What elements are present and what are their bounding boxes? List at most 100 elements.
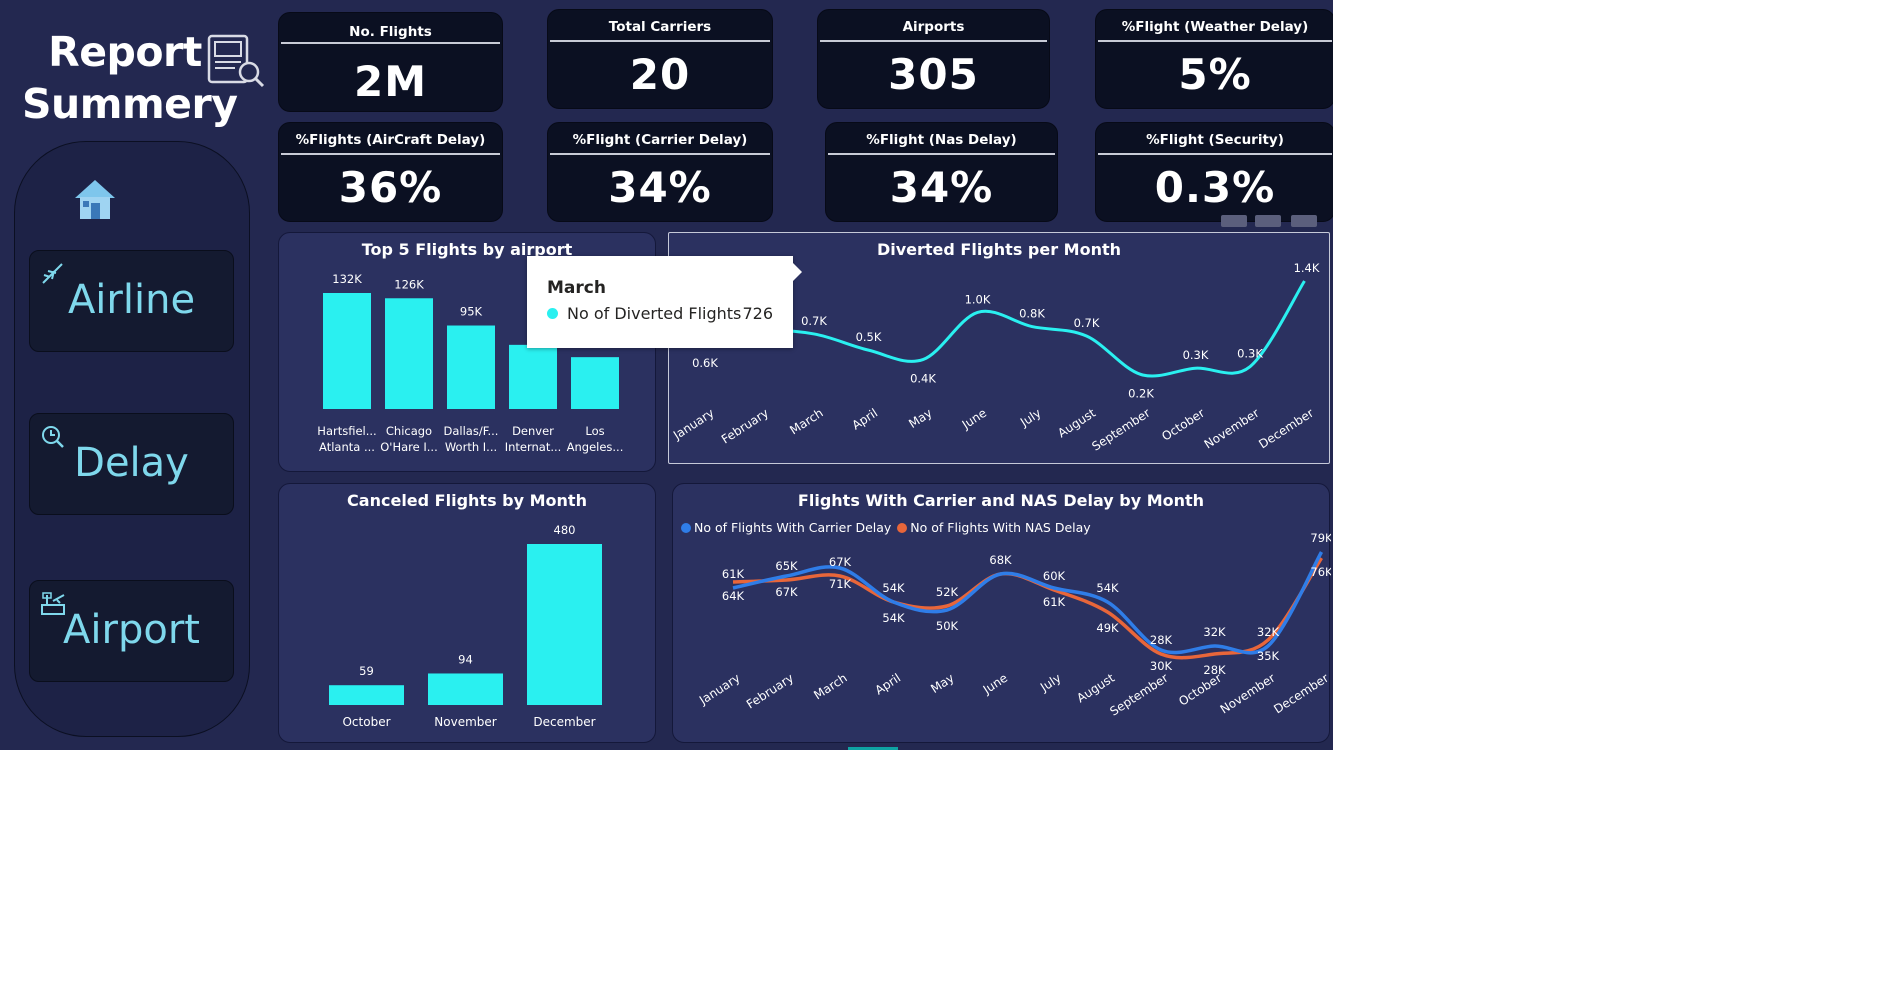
data-label: 49K xyxy=(1096,621,1119,635)
kpi-divider xyxy=(281,153,500,155)
x-tick-label: January xyxy=(670,406,717,443)
x-tick-label: Hartsfiel... xyxy=(317,424,376,438)
x-tick-label: November xyxy=(434,715,496,729)
data-label: 65K xyxy=(775,559,798,573)
dashboard-canvas: Report Summery Airline Delay Airport No.… xyxy=(0,0,1333,750)
data-label: 28K xyxy=(1150,633,1173,647)
series-line xyxy=(732,551,1324,655)
nav-button-delay[interactable]: Delay xyxy=(29,413,234,515)
legend-label: No of Flights With NAS Delay xyxy=(910,520,1091,535)
data-label: 0.3K xyxy=(1183,348,1209,362)
kpi-label: %Flight (Weather Delay) xyxy=(1121,19,1309,35)
x-tick-label: Worth I... xyxy=(445,440,497,454)
data-label: 54K xyxy=(882,611,905,625)
x-tick-label: January xyxy=(696,671,743,708)
x-tick-label: O'Hare I... xyxy=(380,440,437,454)
data-label: 64K xyxy=(722,589,745,603)
x-tick-label: August xyxy=(1055,406,1098,441)
x-tick-label: April xyxy=(849,406,880,433)
x-tick-label: June xyxy=(980,671,1010,698)
legend-swatch xyxy=(681,523,691,533)
bar xyxy=(329,685,404,705)
kpi-divider xyxy=(820,40,1047,42)
tooltip-title: March xyxy=(547,278,606,298)
data-label: 52K xyxy=(936,585,959,599)
series-line xyxy=(704,280,1306,378)
data-label: 54K xyxy=(1096,581,1119,595)
data-label: 0.4K xyxy=(910,372,936,386)
tooltip-series-value: 726 xyxy=(742,304,773,323)
tooltip-arrow xyxy=(793,263,802,281)
kpi-value: 36% xyxy=(338,163,443,212)
data-label: 1.0K xyxy=(965,292,991,306)
bar xyxy=(447,325,495,409)
kpi-divider xyxy=(828,153,1055,155)
kpi-value: 20 xyxy=(629,50,691,99)
x-tick-label: November xyxy=(1218,671,1278,717)
data-label: 126K xyxy=(394,277,424,291)
data-label: 76K xyxy=(1310,565,1331,579)
kpi-weather-delay: %Flight (Weather Delay) 5% xyxy=(1095,9,1333,109)
report-title: Report Summery xyxy=(22,26,238,130)
legend-item-carrier[interactable]: No of Flights With Carrier Delay xyxy=(681,520,891,535)
x-tick-label: May xyxy=(906,406,934,431)
data-label: 132K xyxy=(332,272,362,286)
bar xyxy=(323,293,371,409)
visual-header-icons[interactable] xyxy=(1221,215,1321,229)
report-title-line2: Summery xyxy=(22,80,238,128)
report-title-line1: Report xyxy=(48,28,202,76)
kpi-divider xyxy=(1098,153,1332,155)
kpi-label: No. Flights xyxy=(349,24,432,40)
legend-label: No of Flights With Carrier Delay xyxy=(694,520,892,535)
kpi-label: %Flights (AirCraft Delay) xyxy=(295,132,486,148)
focus-mode-icon[interactable] xyxy=(1255,215,1281,227)
report-search-icon xyxy=(207,34,265,88)
legend-item-nas[interactable]: No of Flights With NAS Delay xyxy=(897,520,1091,535)
more-options-icon[interactable] xyxy=(1291,215,1317,227)
x-tick-label: December xyxy=(1256,406,1316,452)
data-label: 0.3K xyxy=(1237,347,1263,361)
filter-icon[interactable] xyxy=(1221,215,1247,227)
data-label: 32K xyxy=(1203,625,1226,639)
kpi-label: Airports xyxy=(902,19,965,35)
nav-button-airline[interactable]: Airline xyxy=(29,250,234,352)
x-tick-label: December xyxy=(1271,671,1331,717)
chart-canceled-flights[interactable]: Canceled Flights by Month 59 October 94 Nov… xyxy=(278,483,656,743)
x-tick-label: Atlanta ... xyxy=(319,440,375,454)
bar xyxy=(527,544,602,705)
kpi-label: Total Carriers xyxy=(608,19,712,35)
nav-label-airline: Airline xyxy=(67,277,196,323)
kpi-value: 2M xyxy=(353,57,428,106)
nav-label-airport: Airport xyxy=(63,607,200,653)
chart-legend: No of Flights With Carrier Delay No of Fl… xyxy=(681,520,1097,535)
data-label: 59 xyxy=(359,664,374,678)
nav-button-airport[interactable]: Airport xyxy=(29,580,234,682)
x-tick-label: May xyxy=(928,671,956,696)
data-label: 0.8K xyxy=(1019,307,1045,321)
data-label: 0.5K xyxy=(856,330,882,344)
kpi-divider xyxy=(550,40,770,42)
x-tick-label: Dallas/F... xyxy=(444,424,499,438)
home-icon[interactable] xyxy=(72,176,118,222)
x-tick-label: February xyxy=(719,406,771,447)
tooltip-series-swatch xyxy=(547,308,558,319)
data-label: 95K xyxy=(460,305,483,319)
data-label: 67K xyxy=(775,585,798,599)
bar xyxy=(385,298,433,409)
data-label: 67K xyxy=(829,555,852,569)
data-label: 54K xyxy=(882,581,905,595)
data-label: 32K xyxy=(1257,625,1280,639)
data-label: 35K xyxy=(1257,649,1280,663)
bar xyxy=(428,673,503,705)
x-tick-label: Los xyxy=(585,424,604,438)
canceled-flights-plot: 59 October 94 November 480 December xyxy=(329,523,602,729)
x-tick-label: August xyxy=(1074,671,1117,706)
kpi-divider xyxy=(550,153,770,155)
kpi-aircraft-delay: %Flights (AirCraft Delay) 36% xyxy=(278,122,503,222)
kpi-label: %Flight (Security) xyxy=(1146,132,1284,148)
kpi-divider xyxy=(1098,40,1332,42)
data-label: 94 xyxy=(458,652,473,666)
data-label: 0.6K xyxy=(692,356,718,370)
x-tick-label: October xyxy=(1176,671,1224,709)
x-tick-label: April xyxy=(872,671,903,698)
